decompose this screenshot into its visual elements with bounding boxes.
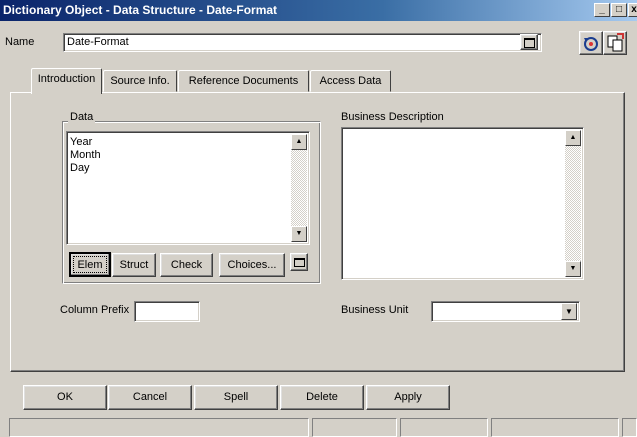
copy-document-icon (607, 33, 624, 52)
window-title: Dictionary Object - Data Structure - Dat… (3, 3, 278, 17)
status-pane (400, 418, 488, 437)
elem-button[interactable]: Elem (69, 252, 111, 277)
tab-access-data-label: Access Data (319, 75, 382, 87)
check-button[interactable]: Check (160, 253, 213, 277)
struct-button[interactable]: Struct (112, 253, 156, 277)
data-list-items: Year Month Day (68, 136, 101, 175)
data-expand-button[interactable] (290, 253, 308, 271)
status-pane (312, 418, 397, 437)
business-description-scrollbar[interactable]: ▲ ▼ (565, 130, 581, 277)
name-input[interactable]: Date-Format (63, 33, 542, 52)
business-description-textarea[interactable]: ▲ ▼ (341, 127, 584, 280)
tab-source-info-label: Source Info. (110, 75, 170, 87)
delete-button[interactable]: Delete (280, 385, 364, 410)
tab-access-data[interactable]: Access Data (310, 70, 391, 92)
name-expand-button[interactable] (520, 34, 538, 50)
status-pane (491, 418, 619, 437)
cancel-button[interactable]: Cancel (108, 385, 192, 410)
scroll-up-arrow-icon[interactable]: ▲ (291, 134, 307, 150)
minimize-button[interactable]: _ (594, 3, 610, 17)
tab-reference-documents-label: Reference Documents (188, 75, 299, 87)
chevron-down-icon[interactable]: ▼ (561, 303, 577, 320)
scroll-down-arrow-icon[interactable]: ▼ (291, 226, 307, 242)
copy-button[interactable] (603, 31, 627, 55)
data-list[interactable]: Year Month Day ▲ ▼ (66, 131, 310, 245)
tab-introduction[interactable]: Introduction (31, 68, 102, 94)
tab-introduction-label: Introduction (37, 73, 96, 85)
name-input-value: Date-Format (67, 36, 129, 48)
scroll-down-arrow-icon[interactable]: ▼ (565, 261, 581, 277)
status-pane (9, 418, 309, 437)
refresh-button[interactable] (579, 31, 603, 55)
tab-source-info[interactable]: Source Info. (103, 70, 177, 92)
list-item[interactable]: Day (68, 162, 101, 175)
scroll-up-arrow-icon[interactable]: ▲ (565, 130, 581, 146)
name-label: Name (5, 36, 35, 48)
data-group-title: Data (68, 111, 96, 124)
maximize-button[interactable]: □ (611, 3, 627, 17)
ok-button[interactable]: OK (23, 385, 107, 410)
status-pane (622, 418, 637, 437)
close-button[interactable]: x (628, 3, 637, 17)
data-list-scrollbar[interactable]: ▲ ▼ (291, 134, 307, 242)
choices-button[interactable]: Choices... (219, 253, 285, 277)
list-item[interactable]: Month (68, 149, 101, 162)
window-icon (524, 38, 535, 48)
business-unit-label: Business Unit (341, 304, 409, 316)
business-description-label: Business Description (341, 111, 444, 123)
window-icon (294, 258, 305, 267)
tab-reference-documents[interactable]: Reference Documents (178, 70, 309, 92)
list-item[interactable]: Year (68, 136, 101, 149)
refresh-icon (584, 37, 598, 51)
column-prefix-label: Column Prefix (60, 304, 130, 316)
title-bar: Dictionary Object - Data Structure - Dat… (0, 0, 637, 21)
spell-button[interactable]: Spell (194, 385, 278, 410)
business-unit-select[interactable]: ▼ (431, 301, 580, 322)
apply-button[interactable]: Apply (366, 385, 450, 410)
column-prefix-input[interactable] (134, 301, 200, 322)
